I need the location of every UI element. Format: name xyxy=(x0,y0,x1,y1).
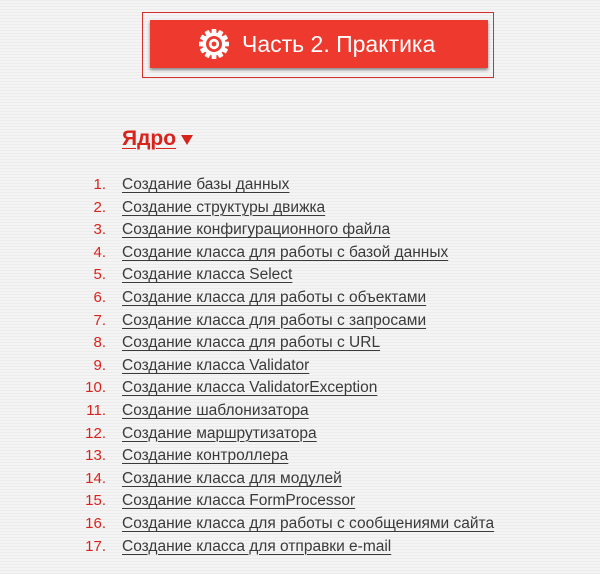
section-core-toggle[interactable]: Ядро xyxy=(122,126,194,152)
lesson-link[interactable]: Создание класса для отправки e-mail xyxy=(122,536,391,559)
lesson-number: 8. xyxy=(93,334,106,352)
lesson-number: 2. xyxy=(93,198,106,216)
part-2-practice-label: Часть 2. Практика xyxy=(242,31,436,57)
lesson-number: 5. xyxy=(93,266,106,284)
lesson-link[interactable]: Создание класса для работы с URL xyxy=(122,332,380,355)
lesson-link[interactable]: Создание класса FormProcessor xyxy=(122,490,355,513)
lesson-link[interactable]: Создание класса Validator xyxy=(122,355,309,378)
lesson-link[interactable]: Создание класса для модулей xyxy=(122,468,342,491)
lesson-number: 7. xyxy=(93,311,106,329)
lesson-link[interactable]: Создание структуры движка xyxy=(122,197,325,220)
lesson-link[interactable]: Создание класса для работы с запросами xyxy=(122,310,426,333)
lesson-link[interactable]: Создание класса Select xyxy=(122,264,292,287)
lesson-link[interactable]: Создание класса ValidatorException xyxy=(122,377,377,400)
lesson-link[interactable]: Создание шаблонизатора xyxy=(122,400,309,423)
lesson-number: 15. xyxy=(85,492,106,510)
section-core-title: Ядро xyxy=(122,127,177,150)
lesson-link[interactable]: Создание класса для работы с базой данны… xyxy=(122,242,448,265)
lesson-link[interactable]: Создание маршрутизатора xyxy=(122,423,317,446)
lesson-link[interactable]: Создание конфигурационного файла xyxy=(122,219,390,242)
lesson-number: 12. xyxy=(85,424,106,442)
lesson-link[interactable]: Создание контроллера xyxy=(122,445,288,468)
lesson-link[interactable]: Создание класса для работы с объектами xyxy=(122,287,426,310)
lesson-number: 10. xyxy=(85,379,106,397)
lesson-number: 6. xyxy=(93,288,106,306)
lesson-number: 1. xyxy=(93,176,106,193)
lesson-number: 9. xyxy=(93,356,106,374)
lesson-number: 4. xyxy=(93,243,106,261)
lesson-number: 14. xyxy=(85,469,106,487)
gear-icon xyxy=(199,29,229,59)
triangle-down-icon xyxy=(181,135,194,145)
lesson-link[interactable]: Создание класса для работы с сообщениями… xyxy=(122,513,494,536)
lesson-link[interactable]: Создание базы данных xyxy=(122,174,289,197)
lesson-number: 17. xyxy=(85,537,106,555)
lesson-number: 3. xyxy=(93,221,106,239)
lesson-number: 11. xyxy=(86,401,106,419)
lesson-number: 16. xyxy=(85,514,106,532)
part-2-practice-button[interactable]: Часть 2. Практика xyxy=(150,20,488,68)
lesson-number: 13. xyxy=(85,447,106,465)
